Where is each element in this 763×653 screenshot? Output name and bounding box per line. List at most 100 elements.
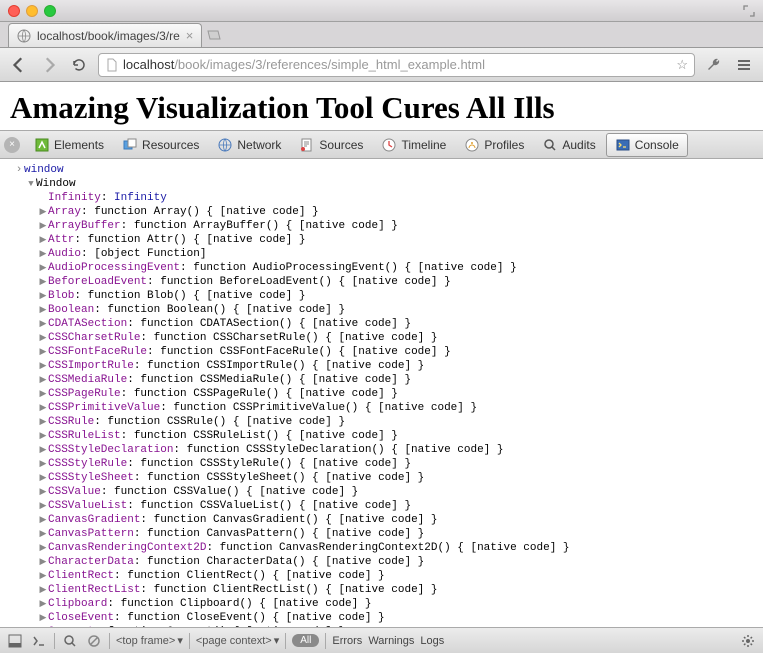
- property-key: Attr: [48, 233, 74, 247]
- console-property-row[interactable]: ▶CSSFontFaceRule: function CSSFontFaceRu…: [38, 345, 763, 359]
- triangle-right-icon: ▶: [38, 611, 48, 625]
- back-button[interactable]: [8, 54, 30, 76]
- property-value: function CanvasPattern() { [native code]…: [147, 527, 424, 541]
- dock-icon[interactable]: [6, 632, 24, 650]
- browser-tab[interactable]: localhost/book/images/3/re ×: [8, 23, 202, 47]
- new-tab-button[interactable]: [206, 27, 222, 43]
- triangle-right-icon: ▶: [38, 457, 48, 471]
- console-property-row[interactable]: ▶CSSValue: function CSSValue() { [native…: [38, 485, 763, 499]
- menu-icon[interactable]: [733, 54, 755, 76]
- settings-gear-icon[interactable]: [739, 632, 757, 650]
- console-property-row[interactable]: ▶Audio: [object Function]: [38, 247, 763, 261]
- tab-elements[interactable]: Elements: [26, 134, 112, 156]
- traffic-minimize-button[interactable]: [26, 5, 38, 17]
- console-property-row[interactable]: ▶CSSStyleSheet: function CSSStyleSheet()…: [38, 471, 763, 485]
- console-object-root[interactable]: ▼Window: [26, 177, 763, 191]
- separator: [54, 633, 55, 649]
- console-property-row[interactable]: ▶CharacterData: function CharacterData()…: [38, 555, 763, 569]
- console-output[interactable]: ›window ▼Window Infinity: Infinity▶Array…: [0, 159, 763, 627]
- console-property-row[interactable]: ▶CDATASection: function CDATASection() {…: [38, 317, 763, 331]
- console-property-row[interactable]: ▶Boolean: function Boolean() { [native c…: [38, 303, 763, 317]
- console-property-row[interactable]: ▶ClientRect: function ClientRect() { [na…: [38, 569, 763, 583]
- triangle-right-icon: ▶: [38, 289, 48, 303]
- console-property-row[interactable]: ▶CSSStyleDeclaration: function CSSStyleD…: [38, 443, 763, 457]
- reload-button[interactable]: [68, 54, 90, 76]
- filter-errors[interactable]: Errors: [332, 635, 362, 647]
- property-value: function CSSImportRule() { [native code]…: [147, 359, 424, 373]
- console-toggle-icon[interactable]: [30, 632, 48, 650]
- traffic-zoom-button[interactable]: [44, 5, 56, 17]
- property-value: function CSSMediaRule() { [native code] …: [140, 373, 411, 387]
- window-titlebar: [0, 0, 763, 22]
- tab-close-icon[interactable]: ×: [186, 28, 194, 43]
- frame-selector[interactable]: <top frame>▾: [116, 634, 183, 647]
- console-property-row[interactable]: ▶Attr: function Attr() { [native code] }: [38, 233, 763, 247]
- wrench-icon[interactable]: [703, 54, 725, 76]
- console-property-row[interactable]: ▶CloseEvent: function CloseEvent() { [na…: [38, 611, 763, 625]
- console-property-row[interactable]: ▶CanvasRenderingContext2D: function Canv…: [38, 541, 763, 555]
- traffic-close-button[interactable]: [8, 5, 20, 17]
- filter-logs[interactable]: Logs: [420, 635, 444, 647]
- triangle-right-icon: ▶: [38, 205, 48, 219]
- console-property-row[interactable]: ▶CSSPrimitiveValue: function CSSPrimitiv…: [38, 401, 763, 415]
- property-key: CanvasGradient: [48, 513, 140, 527]
- clear-console-icon[interactable]: [85, 632, 103, 650]
- console-property-row[interactable]: ▶CSSImportRule: function CSSImportRule()…: [38, 359, 763, 373]
- tab-title: localhost/book/images/3/re: [37, 29, 180, 43]
- console-property-row[interactable]: ▶CSSStyleRule: function CSSStyleRule() {…: [38, 457, 763, 471]
- property-key: Boolean: [48, 303, 94, 317]
- triangle-right-icon: ▶: [38, 429, 48, 443]
- url-host: localhost: [123, 57, 174, 72]
- property-value: function CDATASection() { [native code] …: [140, 317, 411, 331]
- separator: [285, 633, 286, 649]
- property-value: function BeforeLoadEvent() { [native cod…: [160, 275, 450, 289]
- console-property-row[interactable]: ▶CSSPageRule: function CSSPageRule() { […: [38, 387, 763, 401]
- console-property-row[interactable]: ▶CSSMediaRule: function CSSMediaRule() {…: [38, 373, 763, 387]
- devtools-close-button[interactable]: ×: [4, 137, 20, 153]
- console-property-row[interactable]: ▶CSSCharsetRule: function CSSCharsetRule…: [38, 331, 763, 345]
- property-key: ClientRect: [48, 569, 114, 583]
- forward-button[interactable]: [38, 54, 60, 76]
- chevron-down-icon: ▾: [274, 634, 280, 647]
- console-property-row[interactable]: ▶ClientRectList: function ClientRectList…: [38, 583, 763, 597]
- tab-sources[interactable]: Sources: [291, 134, 371, 156]
- console-property-row[interactable]: Infinity: Infinity: [38, 191, 763, 205]
- property-key: CSSFontFaceRule: [48, 345, 147, 359]
- triangle-right-icon: ▶: [38, 555, 48, 569]
- triangle-right-icon: ▶: [38, 331, 48, 345]
- filter-all[interactable]: All: [292, 634, 319, 647]
- bookmark-star-icon[interactable]: ☆: [676, 57, 688, 73]
- console-property-row[interactable]: ▶BeforeLoadEvent: function BeforeLoadEve…: [38, 275, 763, 289]
- tab-profiles[interactable]: Profiles: [456, 134, 532, 156]
- tab-audits[interactable]: Audits: [534, 134, 603, 156]
- context-selector[interactable]: <page context>▾: [196, 634, 279, 647]
- property-value: function CharacterData() { [native code]…: [147, 555, 424, 569]
- console-property-row[interactable]: ▶ArrayBuffer: function ArrayBuffer() { […: [38, 219, 763, 233]
- property-key: Blob: [48, 289, 74, 303]
- console-property-row[interactable]: ▶CanvasGradient: function CanvasGradient…: [38, 513, 763, 527]
- console-property-row[interactable]: ▶CSSValueList: function CSSValueList() {…: [38, 499, 763, 513]
- triangle-right-icon: ▶: [38, 569, 48, 583]
- console-property-row[interactable]: ▶CanvasPattern: function CanvasPattern()…: [38, 527, 763, 541]
- expand-icon[interactable]: [743, 5, 755, 17]
- console-property-row[interactable]: ▶CSSRuleList: function CSSRuleList() { […: [38, 429, 763, 443]
- search-icon[interactable]: [61, 632, 79, 650]
- tab-resources[interactable]: Resources: [114, 134, 207, 156]
- property-value: Infinity: [114, 191, 167, 205]
- console-property-row[interactable]: ▶Clipboard: function Clipboard() { [nati…: [38, 597, 763, 611]
- property-key: CSSRule: [48, 415, 94, 429]
- console-property-row[interactable]: ▶AudioProcessingEvent: function AudioPro…: [38, 261, 763, 275]
- tab-console[interactable]: Console: [606, 133, 688, 157]
- address-bar[interactable]: localhost/book/images/3/references/simpl…: [98, 53, 695, 77]
- filter-warnings[interactable]: Warnings: [368, 635, 414, 647]
- property-value: function Array() { [native code] }: [94, 205, 318, 219]
- tab-network[interactable]: Network: [209, 134, 289, 156]
- property-key: CSSStyleRule: [48, 457, 127, 471]
- console-input-text: window: [24, 163, 64, 177]
- property-value: function CSSStyleDeclaration() { [native…: [187, 443, 504, 457]
- triangle-right-icon: ▶: [38, 233, 48, 247]
- console-property-row[interactable]: ▶Blob: function Blob() { [native code] }: [38, 289, 763, 303]
- console-property-row[interactable]: ▶Array: function Array() { [native code]…: [38, 205, 763, 219]
- tab-timeline[interactable]: Timeline: [373, 134, 454, 156]
- console-property-row[interactable]: ▶CSSRule: function CSSRule() { [native c…: [38, 415, 763, 429]
